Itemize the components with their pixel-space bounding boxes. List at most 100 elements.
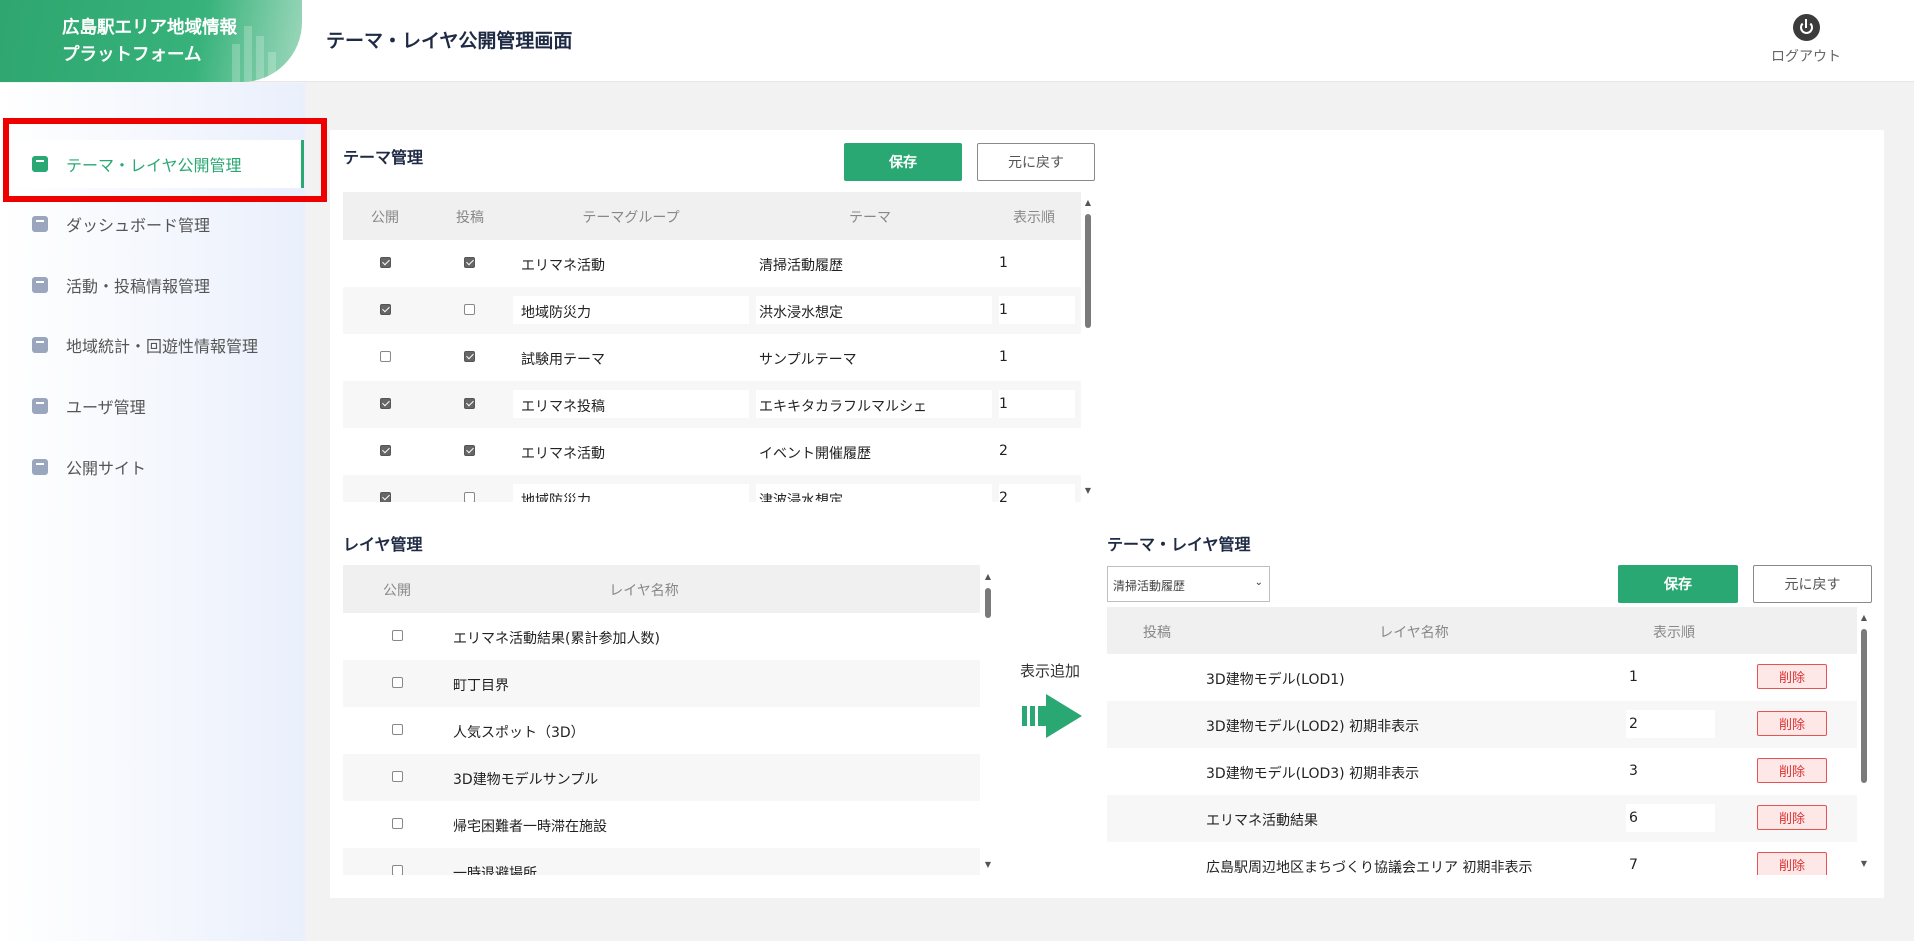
public-checkbox[interactable] xyxy=(380,445,391,456)
table-row: 広島駅周辺地区まちづくり協議会エリア 初期非表示 7 削除 xyxy=(1107,842,1857,875)
order-field xyxy=(1626,710,1715,738)
order-field xyxy=(999,296,1075,324)
table-header: 公開 投稿 テーマグループ テーマ 表示順 xyxy=(343,192,1081,240)
public-checkbox[interactable] xyxy=(380,398,391,409)
public-checkbox[interactable] xyxy=(392,771,403,782)
public-checkbox[interactable] xyxy=(392,724,403,735)
column-header: 公開 xyxy=(383,583,411,599)
table-row: エリマネ活動結果(累計参加人数) xyxy=(343,613,980,660)
scroll-down-icon[interactable]: ▼ xyxy=(982,860,994,870)
sidebar-item-label: ダッシュボード管理 xyxy=(66,216,211,235)
scroll-thumb[interactable] xyxy=(985,588,991,618)
order-field xyxy=(1626,804,1715,832)
post-checkbox[interactable] xyxy=(464,445,475,456)
table-row: エリマネ活動 清掃活動履歴 1 xyxy=(343,240,1081,287)
public-checkbox[interactable] xyxy=(392,818,403,829)
theme-layer-revert-button[interactable]: 元に戻す xyxy=(1753,565,1872,603)
sidebar-item-label: 地域統計・回遊性情報管理 xyxy=(66,337,259,356)
sidebar-item-statistics[interactable]: 地域統計・回遊性情報管理 xyxy=(14,321,304,369)
sidebar-item-users[interactable]: ユーザ管理 xyxy=(14,382,304,430)
order-cell: 2 xyxy=(1629,716,1638,732)
sidebar-item-activity-post[interactable]: 活動・投稿情報管理 xyxy=(14,261,304,309)
post-checkbox[interactable] xyxy=(464,492,475,502)
public-checkbox[interactable] xyxy=(380,351,391,362)
arrow-right-icon[interactable] xyxy=(1022,692,1084,740)
post-checkbox[interactable] xyxy=(464,398,475,409)
column-header: 公開 xyxy=(371,210,399,226)
theme-scrollbar[interactable]: ▲ ▼ xyxy=(1082,198,1094,496)
layer-name-cell: 3D建物モデル(LOD2) 初期非表示 xyxy=(1206,719,1420,735)
column-header: テーマグループ xyxy=(582,210,680,226)
theme-revert-button[interactable]: 元に戻す xyxy=(977,143,1095,181)
theme-group-cell: 地域防災力 xyxy=(521,305,591,321)
table-row: 帰宅困難者一時滞在施設 xyxy=(343,801,980,848)
platform-logo[interactable]: 広島駅エリア地域情報 プラットフォーム xyxy=(0,0,302,82)
layer-name-cell: エリマネ活動結果 xyxy=(1206,813,1318,829)
scroll-up-icon[interactable]: ▲ xyxy=(1082,198,1094,208)
order-cell: 3 xyxy=(1629,763,1638,779)
layer-name-cell: 3D建物モデル(LOD3) 初期非表示 xyxy=(1206,766,1420,782)
theme-select[interactable]: 清掃活動履歴 ⌄ xyxy=(1107,566,1270,602)
scroll-thumb[interactable] xyxy=(1085,214,1091,328)
public-checkbox[interactable] xyxy=(380,257,391,268)
post-checkbox[interactable] xyxy=(464,304,475,315)
table-row: 人気スポット（3D） xyxy=(343,707,980,754)
layer-table: 公開 レイヤ名称 エリマネ活動結果(累計参加人数) 町丁目界 人気スポット（3D） 3… xyxy=(343,565,980,875)
logo-line-2: プラットフォーム xyxy=(62,45,202,65)
theme-layer-scrollbar[interactable]: ▲ ▼ xyxy=(1858,613,1870,869)
theme-save-button[interactable]: 保存 xyxy=(844,143,962,181)
logo-line-1: 広島駅エリア地域情報 xyxy=(62,18,237,38)
sidebar-item-label: 公開サイト xyxy=(66,459,147,478)
public-checkbox[interactable] xyxy=(392,630,403,641)
theme-cell: イベント開催履歴 xyxy=(759,446,871,462)
delete-button[interactable]: 削除 xyxy=(1757,758,1827,783)
public-checkbox[interactable] xyxy=(392,677,403,688)
delete-button[interactable]: 削除 xyxy=(1757,711,1827,736)
public-checkbox[interactable] xyxy=(380,304,391,315)
add-display-label: 表示追加 xyxy=(1020,662,1081,680)
public-checkbox[interactable] xyxy=(380,492,391,502)
order-cell: 2 xyxy=(999,490,1008,502)
delete-button[interactable]: 削除 xyxy=(1757,852,1827,875)
delete-button[interactable]: 削除 xyxy=(1757,805,1827,830)
post-checkbox[interactable] xyxy=(464,257,475,268)
scroll-down-icon[interactable]: ▼ xyxy=(1082,486,1094,496)
table-header: 投稿 レイヤ名称 表示順 xyxy=(1107,607,1857,654)
theme-layer-section-title: テーマ・レイヤ管理 xyxy=(1107,535,1251,554)
order-cell: 6 xyxy=(1629,810,1638,826)
logout-label: ログアウト xyxy=(1771,49,1841,65)
sidebar-item-label: ユーザ管理 xyxy=(66,398,146,417)
order-cell: 1 xyxy=(999,349,1008,365)
scroll-up-icon[interactable]: ▲ xyxy=(1858,613,1870,623)
table-row: エリマネ投稿 エキキタカラフルマルシェ 1 xyxy=(343,381,1081,428)
theme-layer-save-button[interactable]: 保存 xyxy=(1618,565,1738,603)
theme-group-cell: 地域防災力 xyxy=(521,493,591,502)
theme-cell: 洪水浸水想定 xyxy=(759,305,843,321)
layer-name-cell: エリマネ活動結果(累計参加人数) xyxy=(453,631,660,647)
scroll-up-icon[interactable]: ▲ xyxy=(982,572,994,582)
column-header: レイヤ名称 xyxy=(609,583,679,599)
theme-group-cell: エリマネ投稿 xyxy=(521,399,605,415)
table-row: エリマネ活動結果 6 削除 xyxy=(1107,795,1857,842)
theme-cell: 津波浸水想定 xyxy=(759,493,843,502)
layer-name-cell: 人気スポット（3D） xyxy=(453,725,585,741)
table-row: 3D建物モデルサンプル xyxy=(343,754,980,801)
column-header: テーマ xyxy=(849,210,891,226)
sidebar-item-dashboard[interactable]: ダッシュボード管理 xyxy=(14,200,304,248)
public-checkbox[interactable] xyxy=(392,865,403,875)
post-icon xyxy=(32,277,48,293)
table-row: エリマネ活動 イベント開催履歴 2 xyxy=(343,428,1081,475)
logout-button[interactable]: ログアウト xyxy=(1764,14,1848,66)
table-row: 地域防災力 洪水浸水想定 1 xyxy=(343,287,1081,334)
table-row: 一時退避場所 xyxy=(343,848,980,875)
order-cell: 2 xyxy=(999,443,1008,459)
sidebar-item-public-site[interactable]: 公開サイト xyxy=(14,443,304,491)
theme-select-value: 清掃活動履歴 xyxy=(1113,579,1186,593)
layer-scrollbar[interactable]: ▲ ▼ xyxy=(982,572,994,870)
column-header: 投稿 xyxy=(1143,625,1171,641)
theme-cell: エキキタカラフルマルシェ xyxy=(759,399,927,415)
scroll-down-icon[interactable]: ▼ xyxy=(1858,859,1870,869)
post-checkbox[interactable] xyxy=(464,351,475,362)
delete-button[interactable]: 削除 xyxy=(1757,664,1827,689)
scroll-thumb[interactable] xyxy=(1861,629,1867,783)
